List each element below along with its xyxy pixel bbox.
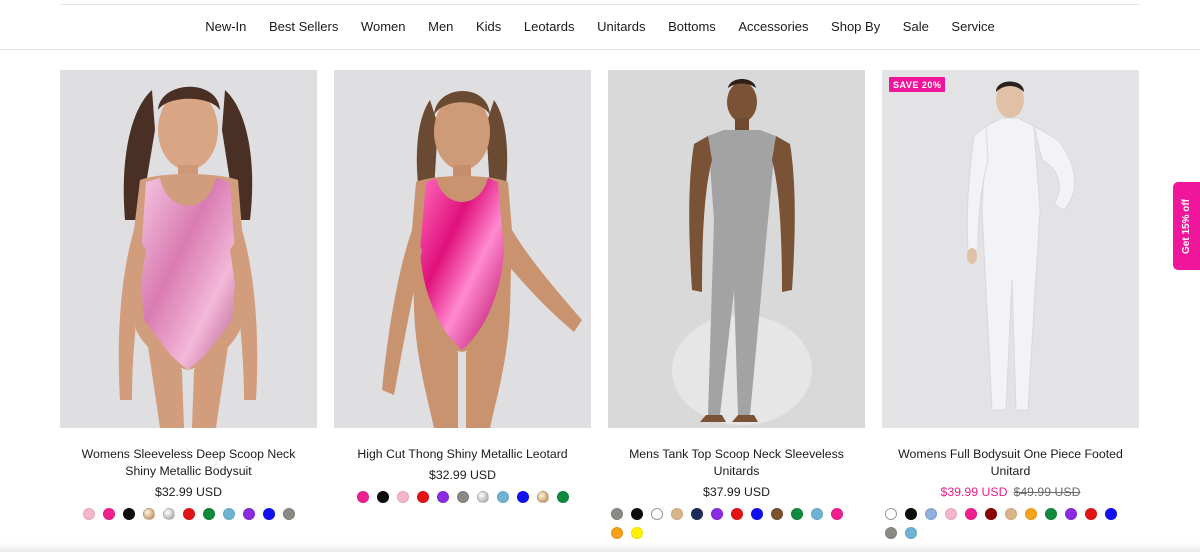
product-image[interactable]: SAVE 20%	[882, 70, 1139, 428]
color-swatch[interactable]	[82, 508, 95, 520]
product-price: $37.99 USD	[703, 485, 770, 499]
nav-item-bottoms[interactable]: Bottoms	[657, 19, 727, 34]
nav-item-women[interactable]: Women	[350, 19, 417, 34]
color-swatch[interactable]	[1025, 508, 1037, 520]
color-swatch[interactable]	[631, 527, 643, 539]
product-title[interactable]: High Cut Thong Shiny Metallic Leotard	[334, 446, 591, 463]
product-card: Mens Tank Top Scoop Neck Sleeveless Unit…	[608, 70, 865, 539]
product-image[interactable]	[608, 70, 865, 428]
product-price: $32.99 USD	[155, 485, 222, 499]
color-swatch[interactable]	[516, 491, 529, 503]
color-swatch[interactable]	[356, 491, 369, 503]
nav-item-kids[interactable]: Kids	[465, 19, 513, 34]
color-swatch[interactable]	[771, 508, 783, 520]
get-discount-label: Get 15% off	[1181, 198, 1193, 254]
nav-item-sale[interactable]: Sale	[892, 19, 941, 34]
color-swatch[interactable]	[1085, 508, 1097, 520]
color-swatch[interactable]	[556, 491, 569, 503]
color-swatches	[60, 508, 317, 520]
color-swatch[interactable]	[651, 508, 663, 520]
color-swatch[interactable]	[611, 527, 623, 539]
color-swatch[interactable]	[945, 508, 957, 520]
nav-item-unitards[interactable]: Unitards	[586, 19, 657, 34]
nav-item-new-in[interactable]: New-In	[194, 19, 258, 34]
color-swatches	[882, 508, 1139, 539]
color-swatch[interactable]	[496, 491, 509, 503]
nav-item-accessories[interactable]: Accessories	[727, 19, 820, 34]
color-swatch[interactable]	[905, 508, 917, 520]
color-swatch[interactable]	[905, 527, 917, 539]
color-swatch[interactable]	[202, 508, 215, 520]
color-swatch[interactable]	[456, 491, 469, 503]
product-image[interactable]	[334, 70, 591, 428]
color-swatch[interactable]	[436, 491, 449, 503]
color-swatch[interactable]	[262, 508, 275, 520]
product-card: SAVE 20% Womens Full Bodysuit One Piece …	[882, 70, 1139, 539]
color-swatch[interactable]	[282, 508, 295, 520]
get-discount-tab[interactable]: Get 15% off	[1173, 182, 1200, 270]
product-title[interactable]: Womens Full Bodysuit One Piece Footed Un…	[882, 446, 1139, 480]
nav-item-service[interactable]: Service	[940, 19, 1006, 34]
color-swatch[interactable]	[162, 508, 175, 520]
model-white-footed-unitard-photo	[882, 70, 1139, 428]
color-swatch[interactable]	[242, 508, 255, 520]
color-swatch[interactable]	[791, 508, 803, 520]
nav-item-men[interactable]: Men	[417, 19, 465, 34]
product-card: Womens Sleeveless Deep Scoop Neck Shiny …	[60, 70, 317, 539]
color-swatch[interactable]	[671, 508, 683, 520]
main-navigation: New-In Best Sellers Women Men Kids Leota…	[0, 0, 1200, 50]
color-swatch[interactable]	[376, 491, 389, 503]
color-swatch[interactable]	[396, 491, 409, 503]
color-swatch[interactable]	[885, 508, 897, 520]
bottom-shadow	[0, 542, 1200, 552]
product-card: High Cut Thong Shiny Metallic Leotard $3…	[334, 70, 591, 539]
color-swatch[interactable]	[476, 491, 489, 503]
color-swatch[interactable]	[536, 491, 549, 503]
product-price: $32.99 USD	[429, 468, 496, 482]
color-swatch[interactable]	[691, 508, 703, 520]
color-swatch[interactable]	[182, 508, 195, 520]
color-swatch[interactable]	[731, 508, 743, 520]
product-title[interactable]: Mens Tank Top Scoop Neck Sleeveless Unit…	[608, 446, 865, 480]
nav-item-leotards[interactable]: Leotards	[513, 19, 586, 34]
color-swatch[interactable]	[1105, 508, 1117, 520]
color-swatch[interactable]	[631, 508, 643, 520]
nav-item-best-sellers[interactable]: Best Sellers	[258, 19, 350, 34]
color-swatches	[608, 508, 865, 539]
product-price: $39.99 USD $49.99 USD	[882, 484, 1139, 500]
color-swatch[interactable]	[831, 508, 843, 520]
model-grey-mens-unitard-photo	[608, 70, 865, 428]
color-swatch[interactable]	[811, 508, 823, 520]
product-image[interactable]	[60, 70, 317, 428]
model-pink-metallic-bodysuit-photo	[60, 70, 317, 428]
color-swatches	[334, 491, 591, 503]
color-swatch[interactable]	[885, 527, 897, 539]
nav-item-shop-by[interactable]: Shop By	[820, 19, 892, 34]
discount-badge: SAVE 20%	[889, 77, 946, 92]
color-swatch[interactable]	[611, 508, 623, 520]
sale-price: $39.99 USD	[940, 485, 1008, 499]
color-swatch[interactable]	[751, 508, 763, 520]
product-title[interactable]: Womens Sleeveless Deep Scoop Neck Shiny …	[60, 446, 317, 480]
color-swatch[interactable]	[711, 508, 723, 520]
color-swatch[interactable]	[1045, 508, 1057, 520]
color-swatch[interactable]	[416, 491, 429, 503]
color-swatch[interactable]	[965, 508, 977, 520]
color-swatch[interactable]	[1005, 508, 1017, 520]
color-swatch[interactable]	[985, 508, 997, 520]
color-swatch[interactable]	[1065, 508, 1077, 520]
color-swatch[interactable]	[122, 508, 135, 520]
model-magenta-metallic-leotard-photo	[334, 70, 591, 428]
color-swatch[interactable]	[102, 508, 115, 520]
compare-at-price: $49.99 USD	[1013, 485, 1081, 499]
color-swatch[interactable]	[142, 508, 155, 520]
color-swatch[interactable]	[222, 508, 235, 520]
product-grid: Womens Sleeveless Deep Scoop Neck Shiny …	[60, 70, 1141, 539]
color-swatch[interactable]	[925, 508, 937, 520]
